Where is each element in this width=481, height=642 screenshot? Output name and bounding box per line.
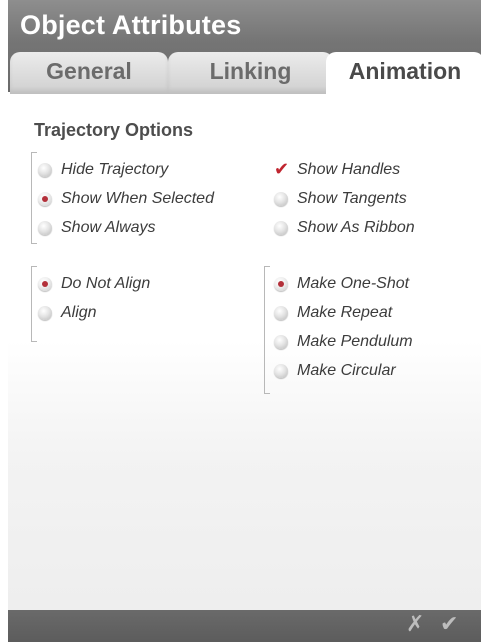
show-when-selected-label: Show When Selected [61,190,214,207]
option-show-tangents[interactable]: Show Tangents [274,187,407,211]
panel-title: Object Attributes [20,10,242,40]
tab-general[interactable]: General [10,52,168,94]
option-show-as-ribbon[interactable]: Show As Ribbon [274,216,415,240]
trajectory-visibility-group-bracket [31,152,37,244]
option-make-repeat[interactable]: Make Repeat [274,301,392,325]
show-tangents-toggle[interactable] [274,192,288,206]
option-make-one-shot[interactable]: Make One-Shot [274,272,409,296]
make-repeat-label: Make Repeat [297,304,393,321]
cancel-icon[interactable]: ✗ [406,612,424,637]
tab-linking[interactable]: Linking [168,52,333,94]
tab-linking-label: Linking [209,58,292,84]
make-circular-radio[interactable] [274,364,288,378]
make-repeat-radio[interactable] [274,306,288,320]
panel-footer: ✗ ✔ [8,610,481,642]
show-tangents-label: Show Tangents [297,190,407,207]
section-title: Trajectory Options [34,120,194,140]
align-label: Align [61,304,97,321]
confirm-check-icon[interactable]: ✔ [440,612,458,637]
show-handles-label: Show Handles [297,161,401,178]
tab-animation-label: Animation [348,58,462,84]
tab-general-label: General [46,58,132,84]
option-do-not-align[interactable]: Do Not Align [38,272,150,296]
playback-group-bracket [264,266,270,394]
show-always-label: Show Always [61,219,156,236]
tab-animation[interactable]: Animation [326,52,481,96]
do-not-align-label: Do Not Align [61,275,151,292]
show-always-radio[interactable] [38,221,52,235]
do-not-align-radio[interactable] [38,277,52,291]
make-one-shot-label: Make One-Shot [297,275,410,292]
option-show-when-selected[interactable]: Show When Selected [38,187,214,211]
hide-trajectory-label: Hide Trajectory [61,161,169,178]
show-handles-check-icon[interactable]: ✔ [274,161,289,179]
object-attributes-panel: Object Attributes General Linking Animat… [8,0,481,642]
show-as-ribbon-label: Show As Ribbon [297,219,415,236]
option-make-circular[interactable]: Make Circular [274,359,396,383]
show-as-ribbon-toggle[interactable] [274,221,288,235]
make-pendulum-label: Make Pendulum [297,333,413,350]
show-when-selected-radio[interactable] [38,192,52,206]
make-circular-label: Make Circular [297,362,396,379]
alignment-group-bracket [31,266,37,342]
option-make-pendulum[interactable]: Make Pendulum [274,330,413,354]
make-one-shot-radio[interactable] [274,277,288,291]
option-show-always[interactable]: Show Always [38,216,156,240]
align-radio[interactable] [38,306,52,320]
make-pendulum-radio[interactable] [274,335,288,349]
hide-trajectory-radio[interactable] [38,163,52,177]
option-align[interactable]: Align [38,301,97,325]
option-show-handles[interactable]: ✔ Show Handles [274,158,400,182]
option-hide-trajectory[interactable]: Hide Trajectory [38,158,168,182]
